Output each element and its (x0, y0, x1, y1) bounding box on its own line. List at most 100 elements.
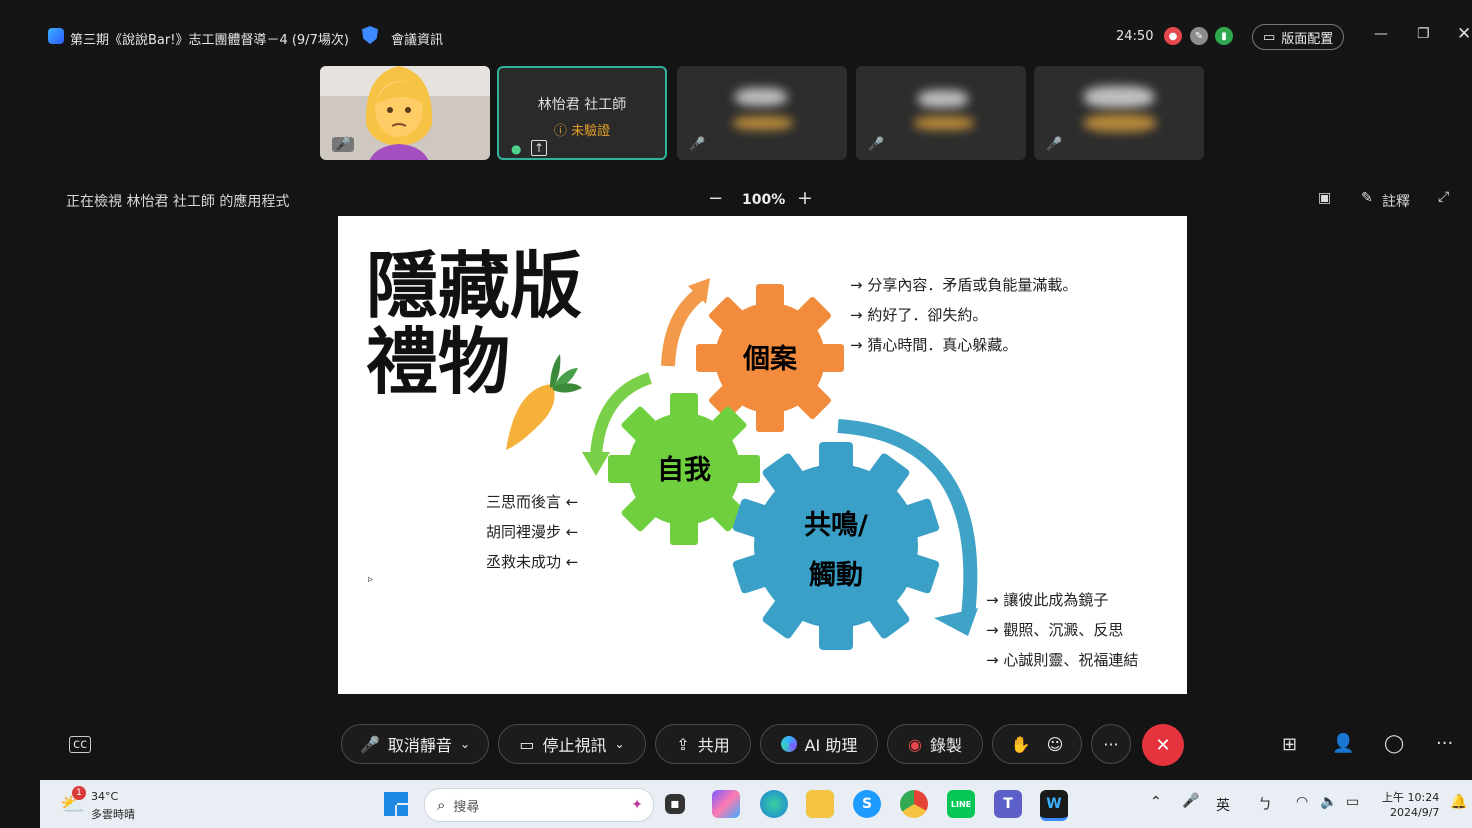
unverified-badge: ⓘ 未驗證 (499, 120, 665, 139)
annotate-button[interactable]: 註釋 (1382, 191, 1410, 211)
shield-icon[interactable] (362, 26, 378, 44)
question-icon: ⓘ (553, 124, 572, 139)
viewing-status: 正在檢視 林怡君 社工師 的應用程式 (66, 194, 290, 210)
apps-icon[interactable]: ⊞ (1282, 734, 1297, 755)
self-point: 丞救未成功 ← (486, 553, 579, 571)
layout-button[interactable]: ▭ 版面配置 (1252, 24, 1345, 50)
annotate-icon[interactable]: ✎ (1361, 190, 1373, 206)
carrot-icon (506, 354, 582, 450)
video-camera-icon: ▭ (519, 734, 535, 754)
case-point: → 分享內容．矛盾或負能量滿載。 (850, 276, 1078, 294)
reactions-group[interactable]: ✋ ☺ (992, 724, 1082, 764)
chevron-up-icon[interactable]: ⌃ (1150, 794, 1162, 810)
meeting-title: 第三期《說說Bar!》志工團體督導－4 (9/7場次) (70, 33, 349, 48)
record-button[interactable]: ◉ 錄製 (887, 724, 983, 764)
windows-start-icon[interactable] (384, 792, 408, 816)
stop-video-label: 停止視訊 (542, 736, 607, 755)
search-highlight-icon: ✦ (631, 797, 643, 813)
ai-assistant-icon (780, 736, 797, 752)
leave-meeting-button[interactable]: ✕ (1142, 724, 1184, 766)
copilot-icon[interactable] (712, 790, 740, 818)
ai-assistant-button[interactable]: AI 助理 (760, 724, 878, 764)
task-view-icon[interactable]: ▪ (665, 794, 685, 814)
more-panels-icon[interactable]: ··· (1436, 733, 1453, 754)
title-bar: 第三期《說說Bar!》志工團體督導－4 (9/7場次) 會議資訊 24:50 ●… (40, 0, 1472, 66)
input-mode-icon[interactable]: ㄅ (1258, 794, 1272, 814)
share-button[interactable]: ⇪ 共用 (655, 724, 751, 764)
edge-icon[interactable] (760, 790, 788, 818)
volume-icon[interactable]: 🔈 (1320, 794, 1337, 810)
wifi-icon[interactable]: ◠ (1296, 794, 1308, 810)
raise-hand-icon[interactable]: ✋ (1011, 735, 1031, 754)
more-options-button[interactable]: ··· (1091, 724, 1131, 764)
zoom-in-button[interactable]: + (797, 187, 813, 209)
file-explorer-icon[interactable] (806, 790, 834, 818)
case-point: → 約好了．卻失約。 (850, 306, 988, 324)
search-placeholder: 搜尋 (453, 799, 480, 815)
teams-icon[interactable]: T (994, 790, 1022, 818)
participant-tile-blurred[interactable]: 🎤 (677, 66, 847, 160)
line-icon[interactable]: LINE (947, 790, 975, 818)
gear-resonance-label-2: 觸動 (809, 560, 863, 591)
zoom-out-button[interactable]: − (708, 188, 723, 209)
windows-taskbar: ⛅ 1 34°C 多雲時晴 ⌕ 搜尋 ✦ ▪ S LINE T W ⌃ 🎤 英 … (40, 780, 1472, 828)
mic-off-icon: 🎤 (332, 137, 355, 152)
share-screen-icon: ⇪ (676, 734, 690, 754)
participant-name: 林怡君 社工師 (537, 97, 627, 113)
chrome-icon[interactable] (900, 790, 928, 818)
meeting-timer: 24:50 (1116, 29, 1154, 44)
battery-icon[interactable]: ▭ (1346, 794, 1359, 810)
resonance-point: → 讓彼此成為鏡子 (986, 591, 1109, 609)
chevron-down-icon[interactable]: ⌄ (615, 737, 625, 751)
green-arrowhead (582, 452, 610, 476)
share-indicator-icon: ↑ (531, 140, 548, 156)
blurred-status (733, 116, 793, 130)
meeting-info-button[interactable]: 會議資訊 (391, 29, 443, 48)
mic-off-icon: 🎤 (689, 137, 706, 152)
clock-time[interactable]: 上午 10:24 (1382, 789, 1439, 805)
restore-icon[interactable]: ❐ (1417, 26, 1430, 42)
stop-video-button[interactable]: ▭ 停止視訊 ⌄ (498, 724, 646, 764)
presenter-tile[interactable]: 林怡君 社工師 ⓘ 未驗證 ● ↑ (497, 66, 667, 160)
person-emoji-icon (356, 66, 442, 160)
record-icon: ◉ (908, 734, 922, 754)
notification-bell-icon[interactable]: 🔔 (1450, 794, 1467, 810)
participants-icon[interactable]: 👤 (1332, 733, 1354, 754)
unverified-label: 未驗證 (571, 124, 611, 139)
webex-app-icon[interactable]: W (1040, 790, 1068, 821)
ime-indicator[interactable]: 英 (1216, 795, 1230, 815)
weather-desc[interactable]: 多雲時晴 (91, 806, 135, 822)
participant-tile-blurred[interactable]: 🎤 (856, 66, 1026, 160)
search-icon: ⌕ (437, 796, 446, 814)
blurred-status (1084, 114, 1156, 132)
network-signal-icon[interactable]: ▮ (1215, 27, 1233, 45)
blue-arrowhead (934, 608, 978, 636)
recording-status-icon[interactable]: ● (1164, 27, 1182, 45)
resonance-point: → 觀照、沉澱、反思 (986, 621, 1124, 639)
gear-self-label: 自我 (657, 454, 711, 486)
weather-badge: 1 (72, 786, 86, 800)
unmute-button[interactable]: 🎤 取消靜音 ⌄ (341, 724, 489, 764)
gear-resonance (732, 442, 940, 650)
mic-muted-icon: 🎤 (360, 734, 380, 754)
close-window-icon[interactable]: ✕ (1457, 24, 1471, 44)
chevron-down-icon[interactable]: ⌄ (460, 737, 470, 751)
skype-icon[interactable]: S (853, 790, 881, 818)
more-label: ··· (1103, 734, 1119, 754)
captions-icon[interactable]: cc (69, 736, 92, 753)
participant-tile-blurred[interactable]: 🎤 (1034, 66, 1204, 160)
layout-label: 版面配置 (1281, 31, 1334, 47)
fullscreen-icon[interactable]: ⤢ (1438, 189, 1449, 205)
share-label: 共用 (697, 736, 730, 755)
weather-temp[interactable]: 34°C (91, 790, 118, 803)
chat-icon[interactable]: ◯ (1384, 733, 1404, 754)
taskbar-search[interactable]: ⌕ 搜尋 ✦ (424, 788, 654, 822)
pop-out-icon[interactable]: ▣ (1318, 190, 1331, 206)
mic-muted-tray-icon[interactable]: 🎤 (1182, 793, 1199, 809)
emoji-reaction-icon[interactable]: ☺ (1047, 735, 1064, 754)
clock-date[interactable]: 2024/9/7 (1390, 806, 1439, 819)
cursor-icon: ▹ (368, 574, 374, 585)
minimize-icon[interactable]: — (1374, 26, 1388, 42)
self-video-tile[interactable]: 🎤 (320, 66, 490, 160)
encryption-icon[interactable]: ✎ (1190, 27, 1208, 45)
